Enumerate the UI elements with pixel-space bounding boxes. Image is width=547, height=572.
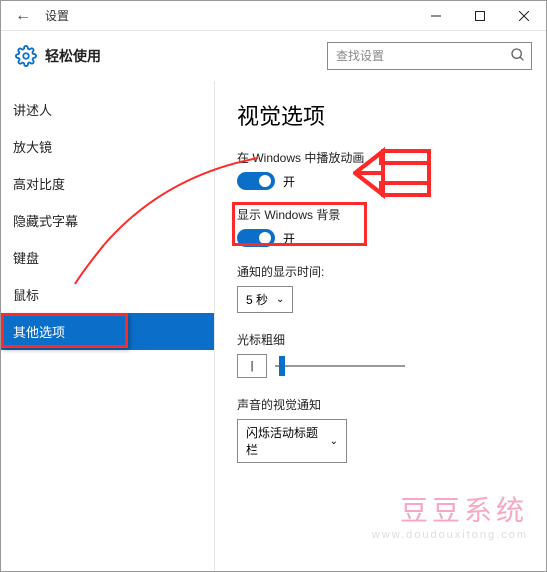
body: 讲述人 放大镜 高对比度 隐藏式字幕 键盘 鼠标 其他选项 视觉选项 在 Win… (1, 81, 546, 571)
content-pane: 视觉选项 在 Windows 中播放动画 开 显示 Windows 背景 开 通… (215, 81, 546, 571)
cursor-slider-row: | (237, 354, 524, 378)
sidebar-item-captions[interactable]: 隐藏式字幕 (1, 202, 214, 239)
audio-value: 闪烁活动标题栏 (246, 424, 322, 458)
minimize-button[interactable] (414, 1, 458, 31)
anim-toggle-row: 开 (237, 172, 524, 190)
notify-value: 5 秒 (246, 291, 268, 308)
audio-select[interactable]: 闪烁活动标题栏 ⌄ (237, 419, 347, 463)
bg-toggle-row: 开 (237, 229, 524, 247)
notify-label: 通知的显示时间: (237, 263, 524, 280)
audio-label: 声音的视觉通知 (237, 396, 524, 413)
settings-window: ← 设置 轻松使用 讲述人 放大镜 高对比度 隐藏式字幕 键盘 鼠标 其他选项 (0, 0, 547, 572)
gear-icon (15, 45, 37, 67)
bg-toggle[interactable] (237, 229, 275, 247)
sidebar-item-other[interactable]: 其他选项 (1, 313, 214, 350)
section-heading: 视觉选项 (237, 99, 524, 131)
search-input[interactable] (327, 42, 532, 70)
sidebar: 讲述人 放大镜 高对比度 隐藏式字幕 键盘 鼠标 其他选项 (1, 81, 215, 571)
cursor-slider[interactable] (275, 365, 405, 367)
sidebar-item-mouse[interactable]: 鼠标 (1, 276, 214, 313)
slider-thumb[interactable] (279, 356, 285, 376)
notify-select[interactable]: 5 秒 ⌄ (237, 286, 293, 313)
anim-label: 在 Windows 中播放动画 (237, 149, 524, 166)
chevron-down-icon: ⌄ (330, 436, 338, 447)
sidebar-item-narrator[interactable]: 讲述人 (1, 91, 214, 128)
bg-label: 显示 Windows 背景 (237, 206, 524, 223)
chevron-down-icon: ⌄ (276, 294, 284, 305)
cursor-value: | (237, 354, 267, 378)
bg-toggle-label: 开 (283, 230, 295, 247)
anim-toggle-label: 开 (283, 173, 295, 190)
page-header: 轻松使用 (1, 31, 546, 81)
sidebar-item-keyboard[interactable]: 键盘 (1, 239, 214, 276)
search-icon (510, 47, 526, 63)
page-title: 轻松使用 (45, 46, 101, 66)
titlebar: ← 设置 (1, 1, 546, 31)
toggle-knob (259, 232, 271, 244)
search-wrap (327, 42, 532, 70)
sidebar-item-highcontrast[interactable]: 高对比度 (1, 165, 214, 202)
window-title: 设置 (45, 7, 69, 24)
cursor-label: 光标粗细 (237, 331, 524, 348)
maximize-button[interactable] (458, 1, 502, 31)
close-button[interactable] (502, 1, 546, 31)
anim-toggle[interactable] (237, 172, 275, 190)
toggle-knob (259, 175, 271, 187)
back-button[interactable]: ← (9, 7, 37, 25)
sidebar-item-magnifier[interactable]: 放大镜 (1, 128, 214, 165)
window-controls (414, 1, 546, 31)
